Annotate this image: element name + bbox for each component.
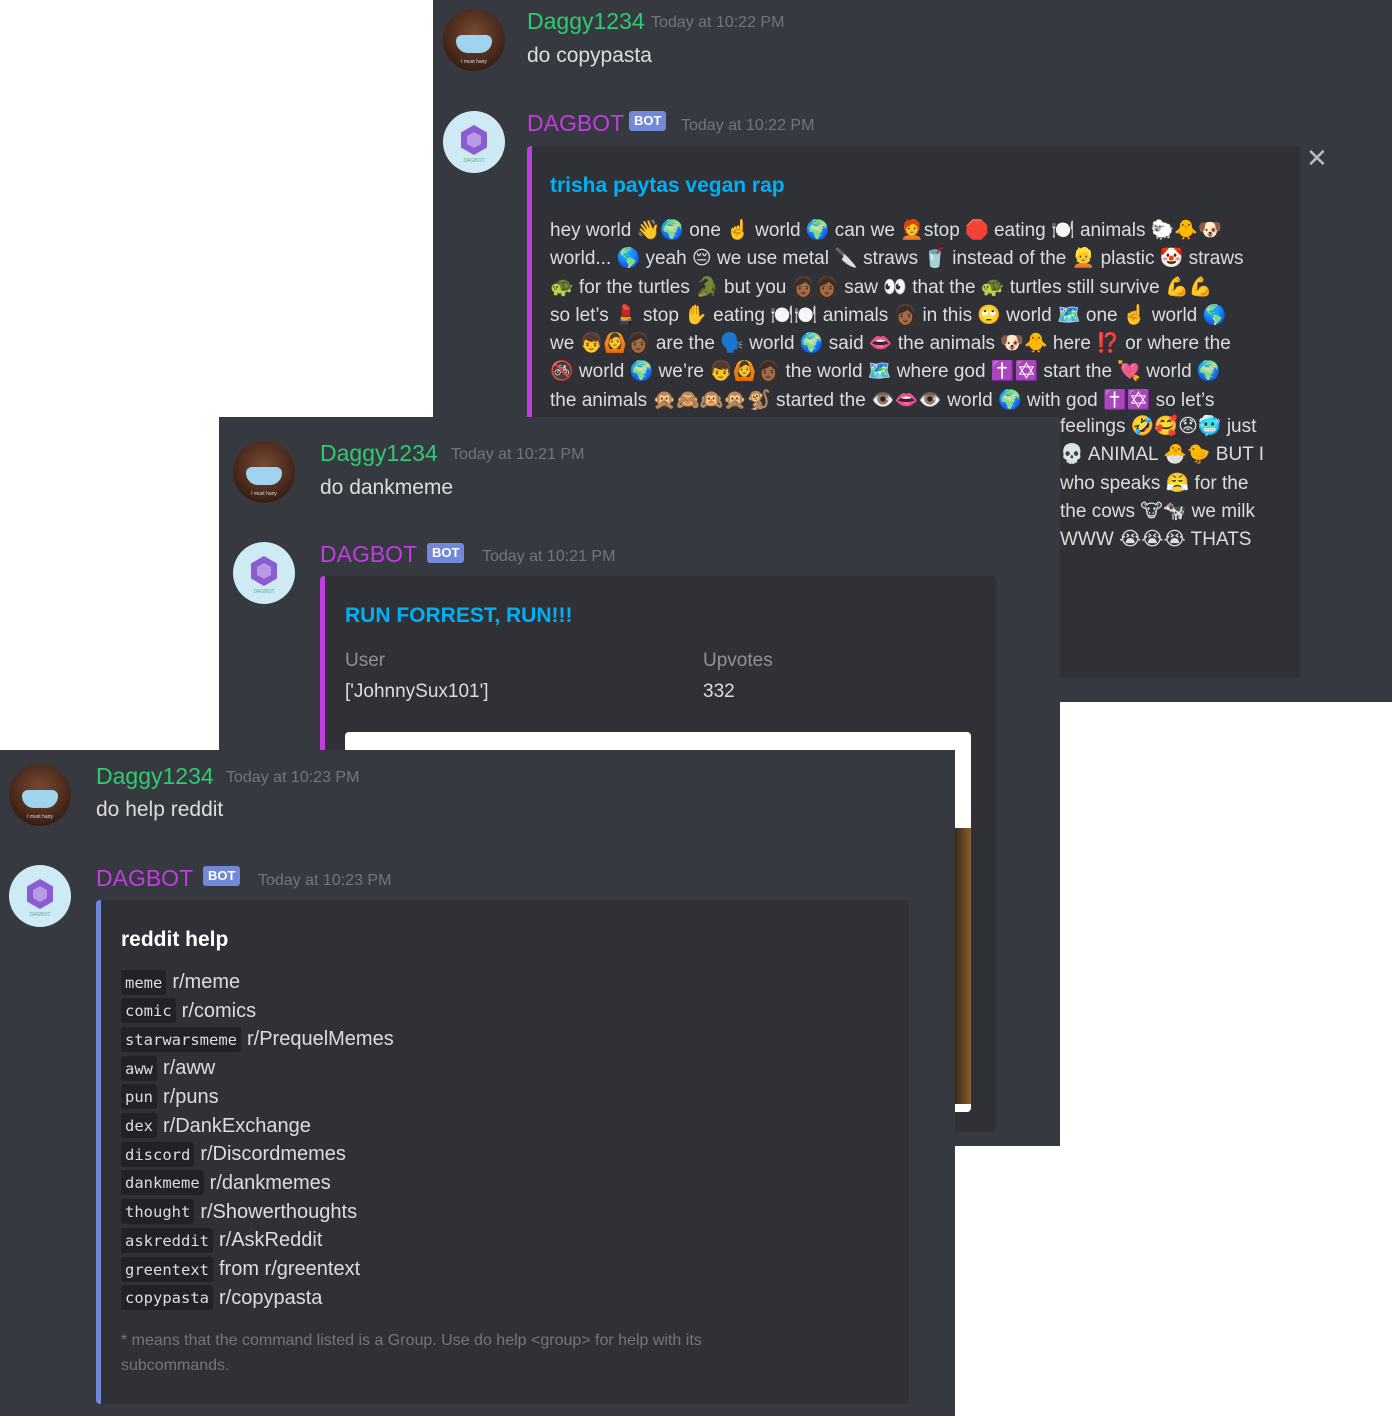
message-text: do help reddit (96, 798, 224, 821)
command-code: thought (121, 1199, 195, 1225)
command-subreddit: r/AskReddit (219, 1229, 323, 1252)
avatar-caption: I must hairy (27, 814, 53, 820)
command-row: askreddit r/AskReddit (121, 1227, 323, 1258)
bot-avatar[interactable]: DAGBOT (9, 865, 71, 927)
field-value-user: ['JohnnySux101'] (345, 681, 489, 702)
mask-shape (22, 790, 58, 808)
close-icon[interactable]: ✕ (1306, 143, 1328, 174)
command-row: comic r/comics (121, 998, 257, 1029)
command-subreddit: r/dankmemes (209, 1171, 331, 1194)
desc-line: who speaks 😤 for the (1060, 472, 1249, 494)
desc-line: the cows 🐮🐄 we milk (1060, 500, 1256, 522)
help-reddit-screenshot: I must hairy Daggy1234 Today at 10:23 PM… (0, 750, 955, 1416)
timestamp: Today at 10:21 PM (482, 548, 616, 565)
bot-avatar[interactable]: DAGBOT (443, 111, 505, 173)
mask-shape (246, 467, 282, 485)
bot-username[interactable]: DAGBOT (527, 110, 624, 137)
field-value-upvotes: 332 (703, 681, 735, 702)
embed-accent-bar (96, 900, 101, 1404)
timestamp: Today at 10:21 PM (451, 446, 585, 463)
command-subreddit: r/meme (172, 971, 241, 993)
command-subreddit: from r/greentext (219, 1258, 361, 1280)
desc-line: feelings 🤣🥰😟🥶 just (1060, 416, 1257, 437)
embed-title[interactable]: RUN FORREST, RUN!!! (345, 604, 572, 628)
embed-title[interactable]: trisha paytas vegan rap (550, 174, 785, 198)
desc-line: 🚳 world 🌍 we’re 👦🙆👩🏾 the world 🗺️ where … (550, 361, 1221, 383)
embed-description-visible-tail: feelings 🤣🥰😟🥶 just 💀 ANIMAL 🐣🐤 BUT I who… (1060, 413, 1264, 554)
command-row: thought r/Showerthoughts (121, 1199, 358, 1230)
command-row: starwarsmeme r/PrequelMemes (121, 1026, 394, 1057)
avatar-caption: DAGBOT (253, 589, 275, 595)
command-code: aww (121, 1055, 157, 1081)
command-subreddit: r/aww (163, 1057, 216, 1080)
command-subreddit: r/comics (181, 999, 257, 1022)
embed-description: hey world 👋🌍 one ☝️ world 🌍 can we 🧑‍🦰st… (550, 217, 1244, 415)
command-subreddit: r/copypasta (219, 1286, 323, 1309)
avatar-caption: DAGBOT (29, 912, 51, 918)
bot-username[interactable]: DAGBOT (96, 865, 193, 892)
bot-badge: BOT (629, 111, 667, 131)
embed-footer: * means that the command listed is a Gro… (121, 1328, 702, 1378)
avatar-caption: I must hairy (251, 491, 277, 497)
desc-line: the animals 🙊🙈🙉🙊🐒 started the 👁️👄👁️ worl… (550, 389, 1215, 411)
timestamp: Today at 10:22 PM (651, 14, 785, 31)
command-code: copypasta (121, 1285, 213, 1311)
command-code: dankmeme (121, 1170, 204, 1196)
user-avatar[interactable]: I must hairy (233, 441, 295, 503)
command-row: greentext from r/greentext (121, 1256, 361, 1287)
command-row: dankmeme r/dankmemes (121, 1170, 331, 1201)
timestamp: Today at 10:23 PM (258, 872, 392, 889)
mask-shape (456, 35, 492, 53)
command-row: meme r/meme (121, 969, 241, 1000)
desc-line: hey world 👋🌍 one ☝️ world 🌍 can we 🧑‍🦰st… (550, 220, 1222, 241)
desc-line: we 👦🙆👩🏾 are the 🗣️ world 🌍 said 👄 the an… (550, 333, 1231, 355)
command-code: dex (121, 1113, 157, 1138)
desc-line: so let’s 💄 stop ✋ eating 🍽️🍽️ animals 👩🏾… (550, 304, 1227, 326)
username[interactable]: Daggy1234 (527, 8, 645, 35)
command-code: meme (121, 969, 167, 995)
command-subreddit: r/PrequelMemes (246, 1028, 394, 1051)
command-code: pun (121, 1084, 157, 1110)
user-avatar[interactable]: I must hairy (9, 764, 71, 826)
command-subreddit: r/Showerthoughts (200, 1200, 358, 1223)
command-code: askreddit (121, 1227, 213, 1253)
avatar-caption: I must hairy (461, 59, 487, 65)
command-code: greentext (121, 1256, 213, 1282)
username[interactable]: Daggy1234 (96, 763, 214, 790)
command-subreddit: r/DankExchange (163, 1114, 311, 1137)
command-row: pun r/puns (121, 1084, 219, 1115)
footer-line: subcommands. (121, 1357, 230, 1374)
command-code: comic (121, 998, 176, 1024)
meme-image-content (955, 828, 971, 1104)
command-subreddit: r/puns (163, 1085, 219, 1108)
desc-line: world... 🌎 yeah 😔 we use metal 🔪 straws … (550, 248, 1244, 270)
desc-line: 🐢 for the turtles 🐊 but you 👩🏾👩🏾 saw 👀 t… (550, 276, 1213, 298)
desc-line: WWW 😭😭😭 THATS (1060, 529, 1252, 551)
command-row: dex r/DankExchange (121, 1113, 311, 1144)
field-title-user: User (345, 650, 386, 671)
bot-username[interactable]: DAGBOT (320, 541, 417, 568)
embed-title: reddit help (121, 928, 229, 951)
avatar-caption: DAGBOT (463, 158, 485, 164)
message-text: do dankmeme (320, 476, 454, 499)
command-row: aww r/aww (121, 1055, 216, 1086)
bot-badge: BOT (203, 866, 241, 886)
desc-line: 💀 ANIMAL 🐣🐤 BUT I (1060, 444, 1265, 466)
command-code: discord (121, 1141, 195, 1167)
timestamp: Today at 10:22 PM (681, 117, 815, 134)
message-text: do copypasta (527, 44, 652, 67)
field-title-upvotes: Upvotes (703, 650, 773, 671)
bot-avatar[interactable]: DAGBOT (233, 542, 295, 604)
username[interactable]: Daggy1234 (320, 440, 438, 467)
footer-line: * means that the command listed is a Gro… (121, 1332, 702, 1349)
timestamp: Today at 10:23 PM (226, 769, 360, 786)
command-row: discord r/Discordmemes (121, 1141, 346, 1172)
command-code: starwarsmeme (121, 1026, 241, 1052)
command-row: copypasta r/copypasta (121, 1285, 323, 1316)
user-avatar[interactable]: I must hairy (443, 9, 505, 71)
command-subreddit: r/Discordmemes (200, 1143, 346, 1166)
bot-badge: BOT (427, 543, 465, 563)
